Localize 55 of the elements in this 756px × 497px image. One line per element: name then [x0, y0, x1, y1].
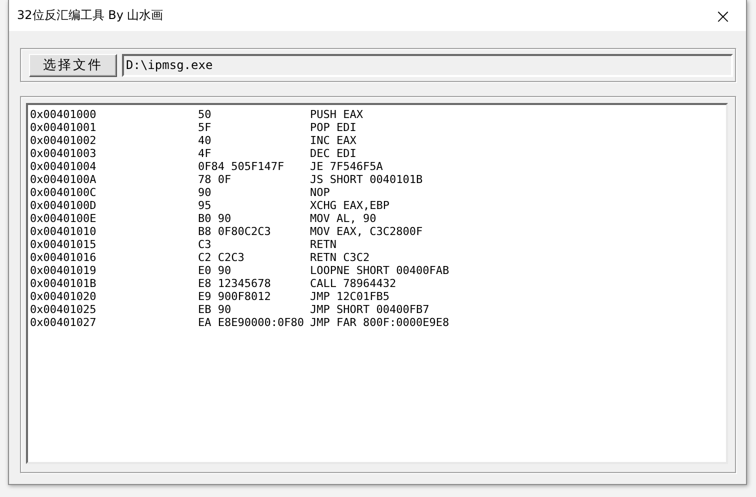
opcode-bytes-cell-text: 90 [198, 186, 212, 199]
address-cell-text: 0x0040100C [30, 186, 98, 199]
instruction-cell: JS SHORT 0040101B [310, 173, 423, 186]
instruction-cell: CALL 78964432 [310, 277, 396, 290]
opcode-bytes-cell: EA E8E90000:0F80 [198, 316, 304, 329]
address-cell-text: 0x0040100A [30, 173, 98, 186]
opcode-bytes-cell-text: EB 90 [198, 303, 232, 316]
address-cell-text: 0x00401000 [30, 108, 98, 121]
instruction-cell: PUSH EAX [310, 108, 363, 121]
window-title: 32位反汇编工具 By 山水画 [17, 7, 164, 24]
address-cell-text: 0x00401025 [30, 303, 98, 316]
address-cell-text: 0x0040101B [30, 277, 98, 290]
opcode-bytes-cell-text: B8 0F80C2C3 [198, 225, 272, 238]
address-cell-text: 0x0040100E [30, 212, 98, 225]
address-cell-text: 0x00401020 [30, 290, 98, 303]
opcode-bytes-cell-text: 5F [198, 121, 212, 134]
opcode-bytes-cell-text: C2 C2C3 [198, 251, 246, 264]
instruction-cell: JMP 12C01FB5 [310, 290, 390, 303]
close-button[interactable]: × [700, 0, 746, 31]
choose-file-button[interactable]: 选择文件 [29, 54, 117, 76]
opcode-bytes-cell-text: 78 0F [198, 173, 232, 186]
instruction-cell: JMP FAR 800F:0000E9E8 [310, 316, 450, 329]
address-cell-text: 0x00401010 [30, 225, 98, 238]
instruction-cell: RETN [310, 238, 336, 251]
address-cell-text: 0x00401027 [30, 316, 98, 329]
instruction-cell: DEC EDI [310, 147, 356, 160]
instruction-cell: NOP [310, 186, 330, 199]
address-cell-text: 0x00401003 [30, 147, 98, 160]
opcode-bytes-cell-text: 50 [198, 108, 212, 121]
instruction-cell: RETN C3C2 [310, 251, 370, 264]
address-cell-text: 0x00401016 [30, 251, 98, 264]
opcode-bytes-cell-text: 0F84 505F147F [198, 160, 286, 173]
address-cell-text: 0x00401002 [30, 134, 98, 147]
instruction-cell: MOV AL, 90 [310, 212, 376, 225]
instruction-cell: JMP SHORT 00400FB7 [310, 303, 430, 316]
file-path-field[interactable]: D:\ipmsg.exe [122, 54, 733, 76]
instruction-cell: POP EDI [310, 121, 356, 134]
instruction-cell: INC EAX [310, 134, 356, 147]
address-cell-text: 0x00401001 [30, 121, 98, 134]
address-cell-text: 0x00401019 [30, 264, 98, 277]
opcode-bytes-cell-text: E8 12345678 [198, 277, 272, 290]
opcode-bytes-cell-text: 95 [198, 199, 212, 212]
opcode-bytes-cell-text: E0 90 [198, 264, 232, 277]
address-cell-text: 0x00401004 [30, 160, 98, 173]
address-cell-text: 0x00401015 [30, 238, 98, 251]
opcode-bytes-cell-text: E9 900F8012 [198, 290, 272, 303]
instruction-cell: JE 7F546F5A [310, 160, 383, 173]
opcode-bytes-cell-text: B0 90 [198, 212, 232, 225]
opcode-bytes-cell-text: 4F [198, 147, 212, 160]
opcode-bytes-cell-text: C3 [198, 238, 212, 251]
instruction-cell: MOV EAX, C3C2800F [310, 225, 423, 238]
instruction-cell: LOOPNE SHORT 00400FAB [310, 264, 450, 277]
instruction-cell: XCHG EAX,EBP [310, 199, 390, 212]
opcode-bytes-cell-text: 40 [198, 134, 212, 147]
address-cell-text: 0x0040100D [30, 199, 98, 212]
